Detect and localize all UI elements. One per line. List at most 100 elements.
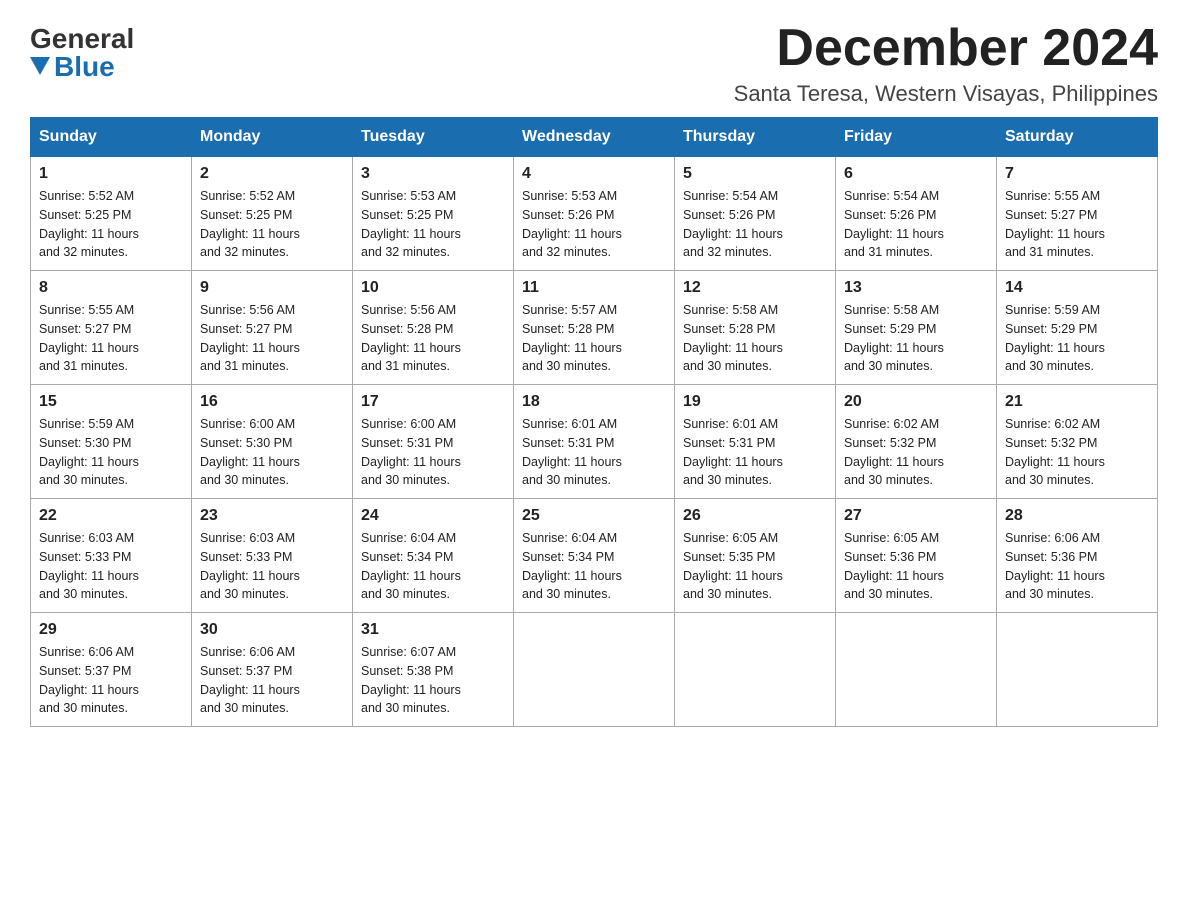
table-row: 31 Sunrise: 6:07 AMSunset: 5:38 PMDaylig… <box>353 613 514 727</box>
month-title: December 2024 <box>734 20 1158 77</box>
logo-general-text: General <box>30 25 134 53</box>
table-row: 21 Sunrise: 6:02 AMSunset: 5:32 PMDaylig… <box>997 385 1158 499</box>
day-number: 28 <box>1005 507 1149 525</box>
title-area: December 2024 Santa Teresa, Western Visa… <box>734 20 1158 107</box>
calendar-header-row: Sunday Monday Tuesday Wednesday Thursday… <box>31 118 1158 157</box>
logo: General Blue <box>30 25 134 81</box>
calendar-week-row: 1 Sunrise: 5:52 AMSunset: 5:25 PMDayligh… <box>31 157 1158 271</box>
table-row: 30 Sunrise: 6:06 AMSunset: 5:37 PMDaylig… <box>192 613 353 727</box>
day-number: 2 <box>200 165 344 183</box>
table-row: 19 Sunrise: 6:01 AMSunset: 5:31 PMDaylig… <box>675 385 836 499</box>
day-info: Sunrise: 5:52 AMSunset: 5:25 PMDaylight:… <box>39 189 139 259</box>
day-info: Sunrise: 5:54 AMSunset: 5:26 PMDaylight:… <box>844 189 944 259</box>
day-number: 30 <box>200 621 344 639</box>
calendar-week-row: 8 Sunrise: 5:55 AMSunset: 5:27 PMDayligh… <box>31 271 1158 385</box>
day-info: Sunrise: 5:53 AMSunset: 5:25 PMDaylight:… <box>361 189 461 259</box>
col-friday: Friday <box>836 118 997 157</box>
day-number: 7 <box>1005 165 1149 183</box>
day-info: Sunrise: 5:52 AMSunset: 5:25 PMDaylight:… <box>200 189 300 259</box>
day-info: Sunrise: 5:56 AMSunset: 5:27 PMDaylight:… <box>200 303 300 373</box>
col-sunday: Sunday <box>31 118 192 157</box>
day-number: 15 <box>39 393 183 411</box>
day-number: 31 <box>361 621 505 639</box>
calendar-week-row: 15 Sunrise: 5:59 AMSunset: 5:30 PMDaylig… <box>31 385 1158 499</box>
day-number: 24 <box>361 507 505 525</box>
day-info: Sunrise: 6:01 AMSunset: 5:31 PMDaylight:… <box>683 417 783 487</box>
day-number: 23 <box>200 507 344 525</box>
day-number: 22 <box>39 507 183 525</box>
table-row: 17 Sunrise: 6:00 AMSunset: 5:31 PMDaylig… <box>353 385 514 499</box>
day-info: Sunrise: 6:05 AMSunset: 5:35 PMDaylight:… <box>683 531 783 601</box>
calendar-table: Sunday Monday Tuesday Wednesday Thursday… <box>30 117 1158 727</box>
day-number: 12 <box>683 279 827 297</box>
col-monday: Monday <box>192 118 353 157</box>
table-row: 27 Sunrise: 6:05 AMSunset: 5:36 PMDaylig… <box>836 499 997 613</box>
day-number: 1 <box>39 165 183 183</box>
day-number: 16 <box>200 393 344 411</box>
header: General Blue December 2024 Santa Teresa,… <box>30 20 1158 107</box>
col-wednesday: Wednesday <box>514 118 675 157</box>
day-number: 21 <box>1005 393 1149 411</box>
day-number: 20 <box>844 393 988 411</box>
table-row: 14 Sunrise: 5:59 AMSunset: 5:29 PMDaylig… <box>997 271 1158 385</box>
day-info: Sunrise: 6:06 AMSunset: 5:37 PMDaylight:… <box>200 645 300 715</box>
day-info: Sunrise: 5:53 AMSunset: 5:26 PMDaylight:… <box>522 189 622 259</box>
day-number: 9 <box>200 279 344 297</box>
day-number: 26 <box>683 507 827 525</box>
day-number: 29 <box>39 621 183 639</box>
location-title: Santa Teresa, Western Visayas, Philippin… <box>734 81 1158 107</box>
day-number: 19 <box>683 393 827 411</box>
day-number: 10 <box>361 279 505 297</box>
day-number: 6 <box>844 165 988 183</box>
table-row: 11 Sunrise: 5:57 AMSunset: 5:28 PMDaylig… <box>514 271 675 385</box>
calendar-week-row: 22 Sunrise: 6:03 AMSunset: 5:33 PMDaylig… <box>31 499 1158 613</box>
day-number: 25 <box>522 507 666 525</box>
table-row: 9 Sunrise: 5:56 AMSunset: 5:27 PMDayligh… <box>192 271 353 385</box>
day-info: Sunrise: 5:59 AMSunset: 5:29 PMDaylight:… <box>1005 303 1105 373</box>
day-info: Sunrise: 5:54 AMSunset: 5:26 PMDaylight:… <box>683 189 783 259</box>
day-info: Sunrise: 6:02 AMSunset: 5:32 PMDaylight:… <box>1005 417 1105 487</box>
table-row: 23 Sunrise: 6:03 AMSunset: 5:33 PMDaylig… <box>192 499 353 613</box>
table-row: 15 Sunrise: 5:59 AMSunset: 5:30 PMDaylig… <box>31 385 192 499</box>
table-row: 7 Sunrise: 5:55 AMSunset: 5:27 PMDayligh… <box>997 157 1158 271</box>
day-number: 18 <box>522 393 666 411</box>
day-info: Sunrise: 5:56 AMSunset: 5:28 PMDaylight:… <box>361 303 461 373</box>
day-number: 17 <box>361 393 505 411</box>
table-row: 2 Sunrise: 5:52 AMSunset: 5:25 PMDayligh… <box>192 157 353 271</box>
day-info: Sunrise: 6:05 AMSunset: 5:36 PMDaylight:… <box>844 531 944 601</box>
table-row: 20 Sunrise: 6:02 AMSunset: 5:32 PMDaylig… <box>836 385 997 499</box>
table-row: 22 Sunrise: 6:03 AMSunset: 5:33 PMDaylig… <box>31 499 192 613</box>
table-row <box>675 613 836 727</box>
table-row: 16 Sunrise: 6:00 AMSunset: 5:30 PMDaylig… <box>192 385 353 499</box>
table-row <box>514 613 675 727</box>
col-thursday: Thursday <box>675 118 836 157</box>
col-tuesday: Tuesday <box>353 118 514 157</box>
table-row: 28 Sunrise: 6:06 AMSunset: 5:36 PMDaylig… <box>997 499 1158 613</box>
calendar-week-row: 29 Sunrise: 6:06 AMSunset: 5:37 PMDaylig… <box>31 613 1158 727</box>
day-info: Sunrise: 6:01 AMSunset: 5:31 PMDaylight:… <box>522 417 622 487</box>
day-info: Sunrise: 6:04 AMSunset: 5:34 PMDaylight:… <box>361 531 461 601</box>
logo-blue-text: Blue <box>30 53 115 81</box>
table-row: 13 Sunrise: 5:58 AMSunset: 5:29 PMDaylig… <box>836 271 997 385</box>
table-row: 6 Sunrise: 5:54 AMSunset: 5:26 PMDayligh… <box>836 157 997 271</box>
day-info: Sunrise: 6:06 AMSunset: 5:36 PMDaylight:… <box>1005 531 1105 601</box>
table-row: 24 Sunrise: 6:04 AMSunset: 5:34 PMDaylig… <box>353 499 514 613</box>
day-info: Sunrise: 5:59 AMSunset: 5:30 PMDaylight:… <box>39 417 139 487</box>
day-info: Sunrise: 6:04 AMSunset: 5:34 PMDaylight:… <box>522 531 622 601</box>
day-info: Sunrise: 5:57 AMSunset: 5:28 PMDaylight:… <box>522 303 622 373</box>
day-number: 5 <box>683 165 827 183</box>
day-info: Sunrise: 6:06 AMSunset: 5:37 PMDaylight:… <box>39 645 139 715</box>
day-number: 11 <box>522 279 666 297</box>
day-info: Sunrise: 5:58 AMSunset: 5:29 PMDaylight:… <box>844 303 944 373</box>
table-row: 25 Sunrise: 6:04 AMSunset: 5:34 PMDaylig… <box>514 499 675 613</box>
day-number: 27 <box>844 507 988 525</box>
day-number: 4 <box>522 165 666 183</box>
table-row: 4 Sunrise: 5:53 AMSunset: 5:26 PMDayligh… <box>514 157 675 271</box>
day-info: Sunrise: 6:00 AMSunset: 5:30 PMDaylight:… <box>200 417 300 487</box>
table-row: 26 Sunrise: 6:05 AMSunset: 5:35 PMDaylig… <box>675 499 836 613</box>
day-info: Sunrise: 6:03 AMSunset: 5:33 PMDaylight:… <box>200 531 300 601</box>
day-info: Sunrise: 5:55 AMSunset: 5:27 PMDaylight:… <box>39 303 139 373</box>
table-row: 18 Sunrise: 6:01 AMSunset: 5:31 PMDaylig… <box>514 385 675 499</box>
table-row <box>997 613 1158 727</box>
col-saturday: Saturday <box>997 118 1158 157</box>
